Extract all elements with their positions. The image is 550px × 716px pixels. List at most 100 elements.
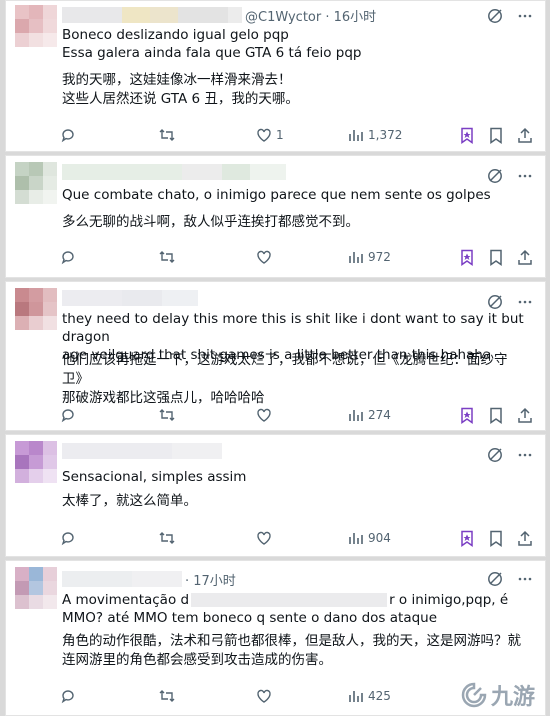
bookmark-icon (461, 407, 473, 424)
post-time[interactable]: · 17小时 (185, 570, 236, 589)
like-button[interactable] (256, 249, 348, 265)
action-bar: 972 (60, 247, 533, 267)
like-button[interactable] (256, 688, 348, 704)
bookmark-button[interactable] (459, 249, 475, 266)
like-button[interactable] (256, 530, 348, 546)
like-button[interactable]: 1 (256, 127, 348, 143)
bookmark-icon (461, 530, 473, 547)
reply-button[interactable] (60, 407, 158, 423)
reply-icon (61, 129, 74, 143)
more-icon[interactable] (517, 168, 533, 184)
share-button[interactable] (517, 249, 533, 266)
post-header: @C1Wyctor · 16小时 (62, 5, 376, 25)
share-icon (518, 407, 532, 423)
action-bar: 1 1,372 (60, 125, 533, 145)
avatar[interactable] (15, 162, 57, 204)
views-icon (349, 691, 363, 702)
bookmark-icon (490, 407, 502, 424)
view-count: 904 (368, 531, 391, 545)
retweet-button[interactable] (158, 530, 256, 546)
grok-icon[interactable] (487, 168, 503, 184)
post-text: A movimentação dr o inimigo,pqp, é MMO? … (62, 592, 509, 626)
more-icon[interactable] (517, 294, 533, 310)
views-button[interactable]: 904 (348, 530, 436, 546)
more-icon[interactable] (517, 447, 533, 463)
like-icon (257, 128, 271, 142)
views-button[interactable]: 972 (348, 249, 436, 265)
like-button[interactable] (256, 407, 348, 423)
reply-button[interactable] (60, 127, 158, 143)
view-count: 1,372 (368, 128, 403, 142)
more-icon[interactable] (517, 8, 533, 24)
grok-icon[interactable] (487, 447, 503, 463)
bookmark-plain-button[interactable] (489, 407, 503, 424)
avatar[interactable] (15, 567, 57, 609)
retweet-button[interactable] (158, 249, 256, 265)
watermark-text: 九游 (490, 685, 535, 710)
views-icon (349, 410, 363, 421)
reply-icon (61, 532, 74, 546)
post-card: @C1Wyctor · 16小时 Boneco deslizando igual… (5, 0, 546, 152)
share-button[interactable] (517, 530, 533, 547)
avatar[interactable] (15, 288, 57, 330)
retweet-button[interactable] (158, 407, 256, 423)
user-handle[interactable]: @C1Wyctor · 16小时 (245, 6, 376, 25)
translation-text: 角色的动作很酷，法术和弓箭也都很棒，但是敌人，我的天，这是网游吗？就 连网游里的… (62, 633, 521, 668)
views-icon (349, 130, 363, 141)
avatar[interactable] (15, 5, 57, 47)
post-card: Sensacional, simples assim 太棒了，就这么简单。 90… (5, 434, 546, 557)
translation-text: 我的天哪，这娃娃像冰一样滑来滑去！ 这些人居然还说 GTA 6 丑，我的天哪。 (62, 72, 299, 107)
post-card: Que combate chato, o inimigo parece que … (5, 155, 546, 278)
bookmark-icon (461, 127, 473, 144)
bookmark-button[interactable] (459, 407, 475, 424)
post-text: Boneco deslizando igual gelo pqp Essa ga… (62, 27, 362, 61)
bookmark-button[interactable] (459, 127, 475, 144)
reply-icon (61, 409, 74, 423)
translation-text: 太棒了，就这么简单。 (62, 493, 197, 509)
post-text: Sensacional, simples assim (62, 469, 247, 485)
share-button[interactable] (517, 407, 533, 424)
like-icon (257, 531, 271, 545)
reply-button[interactable] (60, 249, 158, 265)
post-card: · 17小时 A movimentação dr o inimigo,pqp, … (5, 560, 546, 716)
reply-button[interactable] (60, 530, 158, 546)
bookmark-button[interactable] (459, 530, 475, 547)
reply-button[interactable] (60, 688, 158, 704)
watermark-logo: 九游 (461, 679, 535, 711)
action-bar: 904 (60, 528, 533, 548)
retweet-icon (159, 129, 175, 141)
grok-icon[interactable] (487, 571, 503, 587)
share-button[interactable] (517, 127, 533, 144)
view-count: 425 (368, 689, 391, 703)
bookmark-icon (461, 249, 473, 266)
retweet-button[interactable] (158, 127, 256, 143)
bookmark-icon (490, 249, 502, 266)
share-icon (518, 249, 532, 265)
translation-text: 他们应该再拖延一下，这游戏太烂了，我都不想说，但《龙腾世纪：面纱守卫》 那破游戏… (62, 352, 508, 406)
retweet-icon (159, 532, 175, 544)
reply-icon (61, 690, 74, 704)
views-button[interactable]: 1,372 (348, 127, 436, 143)
grok-icon[interactable] (487, 294, 503, 310)
views-button[interactable]: 425 (348, 688, 436, 704)
post-header (62, 162, 286, 182)
post-header (62, 288, 198, 308)
bookmark-plain-button[interactable] (489, 530, 503, 547)
share-icon (518, 127, 532, 143)
view-count: 274 (368, 408, 391, 422)
bookmark-plain-button[interactable] (489, 127, 503, 144)
translation-text: 多么无聊的战斗啊，敌人似乎连挨打都感觉不到。 (62, 214, 359, 230)
more-icon[interactable] (517, 571, 533, 587)
views-button[interactable]: 274 (348, 407, 436, 423)
bookmark-plain-button[interactable] (489, 249, 503, 266)
like-icon (257, 408, 271, 422)
avatar[interactable] (15, 441, 57, 483)
views-icon (349, 533, 363, 544)
bookmark-icon (490, 127, 502, 144)
grok-icon[interactable] (487, 8, 503, 24)
retweet-button[interactable] (158, 688, 256, 704)
post-card: they need to delay this more this is shi… (5, 281, 546, 431)
like-count: 1 (276, 128, 284, 142)
action-bar: 274 (60, 405, 533, 425)
retweet-icon (159, 409, 175, 421)
